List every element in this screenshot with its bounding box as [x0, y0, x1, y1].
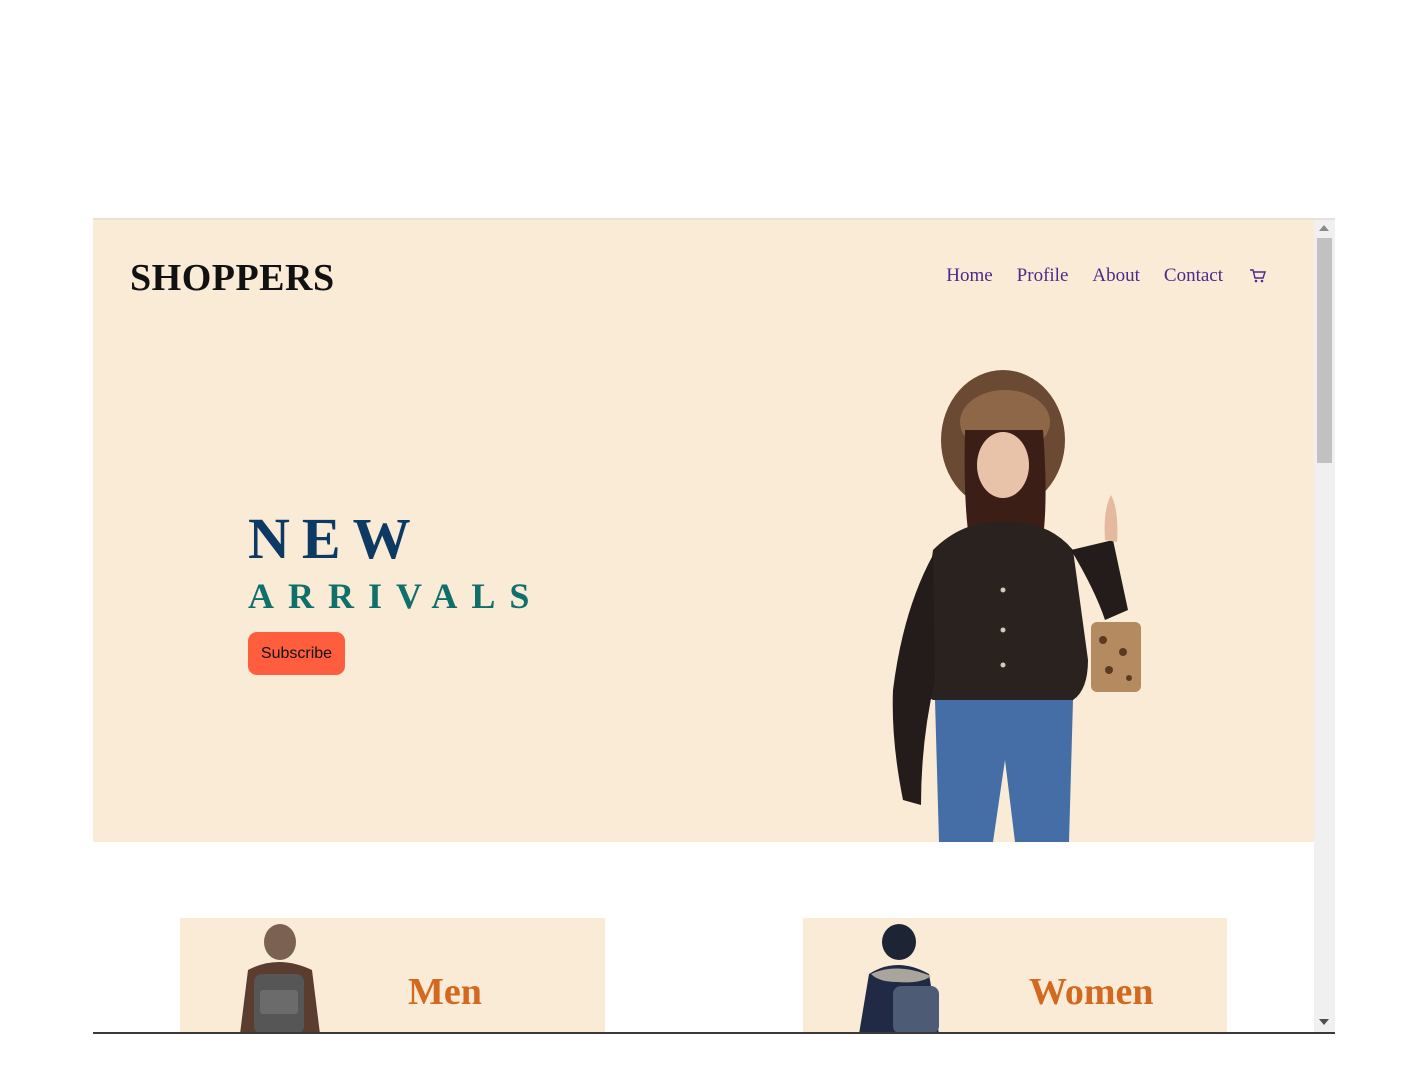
subscribe-button[interactable]: Subscribe — [248, 632, 345, 675]
hero-section: SHOPPERS Home Profile About Contact NEW … — [93, 220, 1314, 842]
nav-home-link[interactable]: Home — [946, 265, 992, 287]
hero-headline: NEW ARRIVALS Subscribe — [248, 510, 543, 675]
category-label-men: Men — [408, 971, 482, 1013]
category-card-women[interactable]: Women — [803, 918, 1227, 1032]
page-viewport: SHOPPERS Home Profile About Contact NEW … — [93, 220, 1314, 1032]
man-with-backpack-image — [240, 924, 320, 1032]
scroll-down-arrow-icon[interactable] — [1319, 1019, 1329, 1025]
nav-contact-link[interactable]: Contact — [1164, 265, 1223, 287]
nav-about-link[interactable]: About — [1092, 265, 1140, 287]
browser-viewport-frame: SHOPPERS Home Profile About Contact NEW … — [93, 218, 1335, 1034]
model-woman-image — [892, 370, 1141, 842]
woman-with-backpack-image — [859, 924, 939, 1032]
nav-profile-link[interactable]: Profile — [1017, 265, 1069, 287]
cart-icon[interactable] — [1249, 267, 1267, 285]
brand-logo[interactable]: SHOPPERS — [130, 256, 335, 300]
headline-arrivals: ARRIVALS — [248, 576, 544, 616]
main-nav: Home Profile About Contact — [946, 265, 1267, 287]
scroll-up-arrow-icon[interactable] — [1319, 225, 1329, 231]
category-card-men[interactable]: Men — [180, 918, 605, 1032]
vertical-scrollbar[interactable] — [1314, 220, 1335, 1032]
headline-new: NEW — [248, 506, 423, 571]
scrollbar-thumb[interactable] — [1317, 238, 1332, 463]
category-label-women: Women — [1029, 971, 1154, 1013]
